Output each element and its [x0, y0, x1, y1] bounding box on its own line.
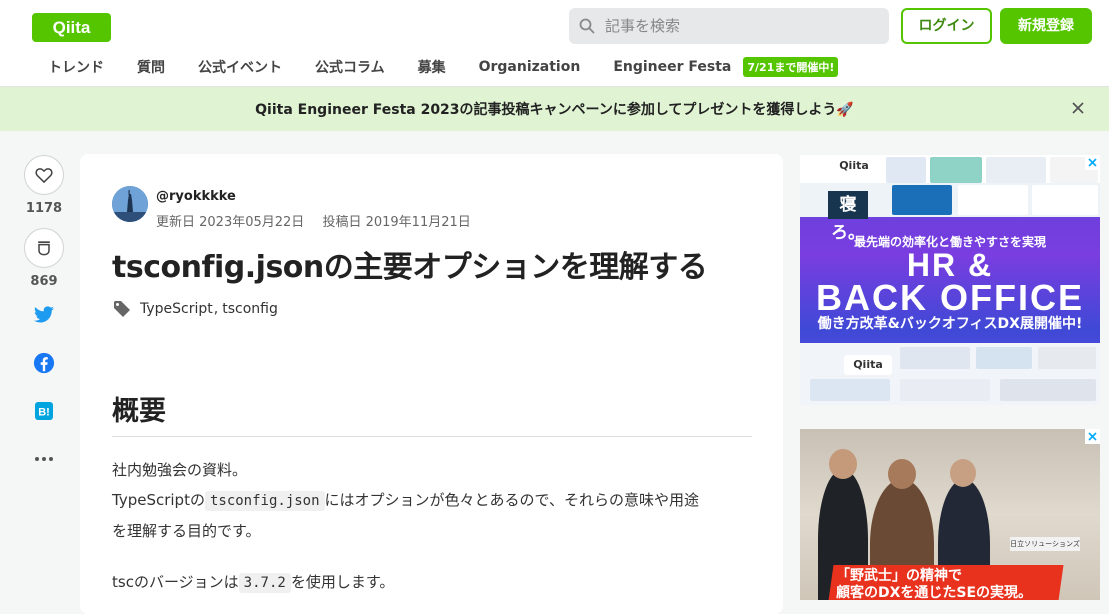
ad-tile — [986, 157, 1046, 183]
nav-engineer-festa[interactable]: Engineer Festa — [613, 59, 731, 75]
ad-person-face — [829, 449, 857, 479]
global-nav: トレンド 質問 公式イベント 公式コラム 募集 Organization Eng… — [32, 56, 839, 78]
close-icon — [1088, 432, 1097, 441]
nav-organization[interactable]: Organization — [479, 59, 581, 75]
tag-separator: , — [213, 301, 219, 317]
ad-tile — [976, 347, 1032, 369]
ad-close-button[interactable] — [1085, 429, 1100, 444]
ad-tile — [1000, 379, 1096, 401]
search-input[interactable] — [603, 16, 877, 36]
stock-button[interactable] — [24, 228, 64, 268]
more-icon — [35, 457, 53, 461]
ad-person-face — [888, 459, 916, 489]
search-icon — [579, 18, 595, 34]
posted-date: 投稿日 2019年11月21日 — [322, 215, 471, 230]
svg-text:B!: B! — [38, 407, 50, 419]
article-dates: 更新日 2023年05月22日 投稿日 2019年11月21日 — [156, 211, 485, 230]
search-box[interactable] — [569, 8, 889, 44]
ad-caption: 働き方改革&バックオフィスDX展開催中! — [817, 316, 1083, 332]
ad-hitachi[interactable]: 日立ソリューションズ 「野武士」の精神で 顧客のDXを通じたSEの実現。 — [800, 429, 1100, 600]
paragraph-version: tscのバージョンは 3.7.2 を使用します。 — [112, 573, 395, 593]
site-header: Qiita ログイン 新規登録 トレンド 質問 公式イベント 公式コラム 募集 … — [0, 0, 1109, 87]
ad-tile — [958, 185, 1028, 215]
nav-recruit[interactable]: 募集 — [418, 57, 446, 77]
statue-image — [112, 186, 148, 222]
author-username[interactable]: @ryokkkke — [156, 189, 236, 204]
ad-qiita-label: Qiita — [830, 158, 878, 174]
ad-close-button[interactable] — [1085, 155, 1100, 170]
twitter-icon — [34, 306, 54, 323]
intro-line-1: 社内勉強会の資料。 — [112, 461, 248, 479]
signup-button[interactable]: 新規登録 — [1000, 8, 1092, 44]
paragraph-intro: 社内勉強会の資料。 TypeScriptの tsconfig.json にはオプショ… — [112, 455, 762, 546]
section-heading: 概要 — [112, 389, 752, 437]
ad-tile — [900, 347, 970, 369]
more-button[interactable] — [22, 447, 66, 471]
nav-questions[interactable]: 質問 — [137, 57, 165, 77]
tag-icon — [114, 301, 130, 317]
ad-tile — [886, 157, 926, 183]
nav-official-columns[interactable]: 公式コラム — [315, 57, 385, 77]
code-tsconfig: tsconfig.json — [204, 491, 325, 511]
ad-neru-text: 寝ろ。 — [828, 191, 868, 243]
hatena-bookmark-icon: B! — [35, 402, 53, 420]
intro-line-2: TypeScriptの tsconfig.json にはオプションが色々とあるので、… — [112, 491, 699, 511]
ad-tile — [900, 379, 990, 401]
login-button[interactable]: ログイン — [901, 8, 992, 44]
ad-qiita-label-2: Qiita — [844, 355, 892, 375]
article-title: tsconfig.jsonの主要オプションを理解する — [112, 250, 708, 285]
tag-typescript[interactable]: TypeScript — [140, 301, 213, 317]
ad-person-face — [950, 459, 976, 487]
author-avatar[interactable] — [112, 186, 148, 222]
facebook-icon — [33, 352, 55, 374]
like-button[interactable] — [24, 155, 64, 195]
festa-badge: 7/21まで開催中! — [743, 57, 839, 77]
close-icon[interactable] — [1069, 99, 1087, 117]
ad-tile — [810, 379, 890, 401]
nav-trend[interactable]: トレンド — [48, 57, 104, 77]
tag-list: TypeScript , tsconfig — [112, 299, 278, 319]
ad-hr-back-office[interactable]: Qiita 寝ろ。 最先端の効率化と働きやすさを実現 HR & BACK OFF… — [800, 155, 1100, 405]
heart-icon — [35, 168, 53, 183]
qiita-logo[interactable]: Qiita — [32, 13, 111, 42]
close-icon — [1088, 158, 1097, 167]
ad-sign: 日立ソリューションズ — [1010, 537, 1080, 551]
share-facebook[interactable] — [22, 351, 66, 375]
ad-tile — [1038, 347, 1096, 369]
tag-tsconfig[interactable]: tsconfig — [222, 301, 278, 317]
intro-line-3: を理解する目的です。 — [112, 522, 261, 540]
stock-icon — [38, 241, 50, 256]
share-hatena[interactable]: B! — [22, 399, 66, 423]
updated-date: 更新日 2023年05月22日 — [156, 215, 305, 230]
like-count: 1178 — [25, 201, 63, 216]
action-rail: 1178 869 B! — [22, 155, 66, 495]
campaign-banner[interactable]: Qiita Engineer Festa 2023の記事投稿キャンペーンに参加し… — [0, 87, 1109, 131]
banner-text[interactable]: Qiita Engineer Festa 2023の記事投稿キャンペーンに参加し… — [255, 99, 854, 119]
share-twitter[interactable] — [22, 303, 66, 327]
ad-tile — [930, 157, 982, 183]
ad-text: 「野武士」の精神で 顧客のDXを通じたSEの実現。 — [836, 568, 1033, 600]
code-version: 3.7.2 — [238, 573, 291, 593]
ad-tile — [1032, 185, 1098, 215]
article-card: @ryokkkke 更新日 2023年05月22日 投稿日 2019年11月21… — [80, 154, 783, 614]
ad-tile — [892, 185, 952, 215]
nav-official-events[interactable]: 公式イベント — [198, 57, 282, 77]
stock-count: 869 — [30, 274, 58, 289]
